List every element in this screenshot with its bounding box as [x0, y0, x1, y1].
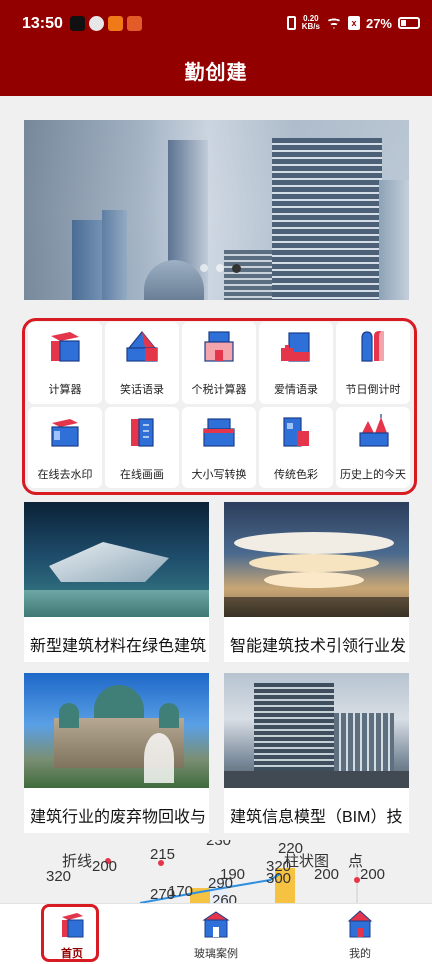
- remove-watermark-icon: [51, 418, 79, 447]
- function-label: 大小写转换: [191, 468, 247, 481]
- function-tax-calculator[interactable]: 个税计算器: [182, 322, 256, 404]
- chart-value: 200: [314, 866, 340, 883]
- banner-building: [272, 138, 382, 300]
- function-label: 节日倒计时: [345, 384, 401, 396]
- article-title: 新型建筑材料在绿色建筑: [30, 638, 207, 655]
- function-label: 爱情语录: [274, 384, 318, 396]
- chart-value: 320: [46, 868, 72, 885]
- nav-profile[interactable]: 我的: [288, 904, 432, 964]
- nav-glass-cases[interactable]: 玻璃案例: [144, 904, 288, 964]
- function-label: 在线画画: [120, 468, 164, 481]
- wifi-icon: [326, 17, 342, 29]
- weibo-notification-icon: [89, 16, 104, 31]
- chart-value: 170: [168, 883, 194, 900]
- article-title: 建筑行业的废弃物回收与: [30, 809, 207, 826]
- holiday-countdown-icon: [361, 331, 384, 362]
- chart-value: 260: [212, 892, 238, 903]
- vibrate-icon: [286, 16, 296, 30]
- profile-building-icon: [347, 910, 373, 938]
- sim-icon: x: [347, 16, 360, 30]
- function-online-drawing[interactable]: 在线画画: [105, 406, 179, 488]
- article-image: [224, 502, 409, 617]
- function-case-convert[interactable]: 大小写转换: [182, 406, 256, 488]
- function-label: 笑话语录: [120, 384, 164, 396]
- article-card[interactable]: 智能建筑技术引领行业发: [224, 502, 409, 662]
- chart-value: 190: [220, 866, 246, 883]
- calculator-icon: [51, 332, 80, 362]
- nav-home-highlight: [41, 904, 99, 962]
- net-speed: 0.20 KB/s: [302, 15, 320, 31]
- function-joke-quotes[interactable]: 笑话语录: [105, 322, 179, 404]
- function-traditional-colors[interactable]: 传统色彩: [259, 406, 333, 488]
- status-indicators: 0.20 KB/s x 27%: [286, 15, 420, 31]
- notification-icons: [70, 16, 142, 31]
- battery-percent: 27%: [365, 15, 392, 31]
- chart-preview: 折线 柱状图 点 320 200 215 230 270 170 290 190…: [20, 840, 420, 903]
- top-bar: 13:50 0.20 KB/s x 27% 勤创建: [0, 0, 432, 96]
- function-label: 历史上的今天: [340, 468, 406, 481]
- chart-value: 300: [266, 870, 292, 887]
- article-card[interactable]: 建筑信息模型（BIM）技: [224, 673, 409, 833]
- chart-value: 230: [206, 840, 232, 849]
- tax-calculator-icon: [204, 331, 234, 362]
- banner-dot[interactable]: [216, 264, 224, 272]
- page-title: 勤创建: [184, 62, 248, 84]
- history-today-icon: [359, 413, 389, 447]
- banner-building: [379, 180, 409, 300]
- traditional-colors-icon: [283, 416, 309, 447]
- net-speed-unit: KB/s: [301, 22, 320, 31]
- nav-label: 我的: [349, 948, 371, 960]
- app-notification-icon: [108, 16, 123, 31]
- function-grid: 计算器 笑话语录 个税计算器 爱情语录 节日倒计时 在线去水印 在线画画 大小写…: [28, 322, 410, 488]
- nav-label: 玻璃案例: [194, 948, 238, 960]
- article-image: [224, 673, 409, 788]
- joke-quotes-icon: [126, 331, 158, 362]
- status-time: 13:50: [22, 15, 63, 32]
- banner-building: [102, 210, 127, 300]
- love-quotes-icon: [281, 332, 310, 362]
- app-notification-icon-2: [127, 16, 142, 31]
- function-label: 在线去水印: [37, 468, 93, 481]
- function-love-quotes[interactable]: 爱情语录: [259, 322, 333, 404]
- chart-value: 215: [150, 846, 176, 863]
- article-card[interactable]: 新型建筑材料在绿色建筑: [24, 502, 209, 662]
- function-label: 个税计算器: [191, 384, 247, 396]
- banner-dot[interactable]: [200, 264, 208, 272]
- online-drawing-icon: [131, 417, 154, 447]
- banner-carousel[interactable]: [24, 120, 409, 300]
- banner-building: [224, 250, 274, 300]
- tiktok-notification-icon: [70, 16, 85, 31]
- banner-dot-active[interactable]: [232, 264, 241, 273]
- case-convert-icon: [203, 417, 235, 447]
- status-bar: 13:50 0.20 KB/s x 27%: [0, 0, 432, 48]
- article-title: 建筑信息模型（BIM）技: [230, 809, 403, 826]
- battery-icon: [398, 17, 420, 29]
- function-history-today[interactable]: 历史上的今天: [336, 406, 410, 488]
- chart-value: 200: [92, 858, 118, 875]
- function-label: 计算器: [48, 384, 82, 396]
- function-label: 传统色彩: [274, 468, 318, 481]
- glass-case-building-icon: [202, 911, 230, 938]
- article-card[interactable]: 建筑行业的废弃物回收与: [24, 673, 209, 833]
- function-remove-watermark[interactable]: 在线去水印: [28, 406, 102, 488]
- chart-value: 200: [360, 866, 386, 883]
- article-title: 智能建筑技术引领行业发: [230, 638, 407, 655]
- chart-value: 220: [278, 840, 304, 857]
- article-image: [24, 673, 209, 788]
- banner-indicator: [200, 264, 241, 273]
- function-calculator[interactable]: 计算器: [28, 322, 102, 404]
- function-holiday-countdown[interactable]: 节日倒计时: [336, 322, 410, 404]
- article-image: [24, 502, 209, 617]
